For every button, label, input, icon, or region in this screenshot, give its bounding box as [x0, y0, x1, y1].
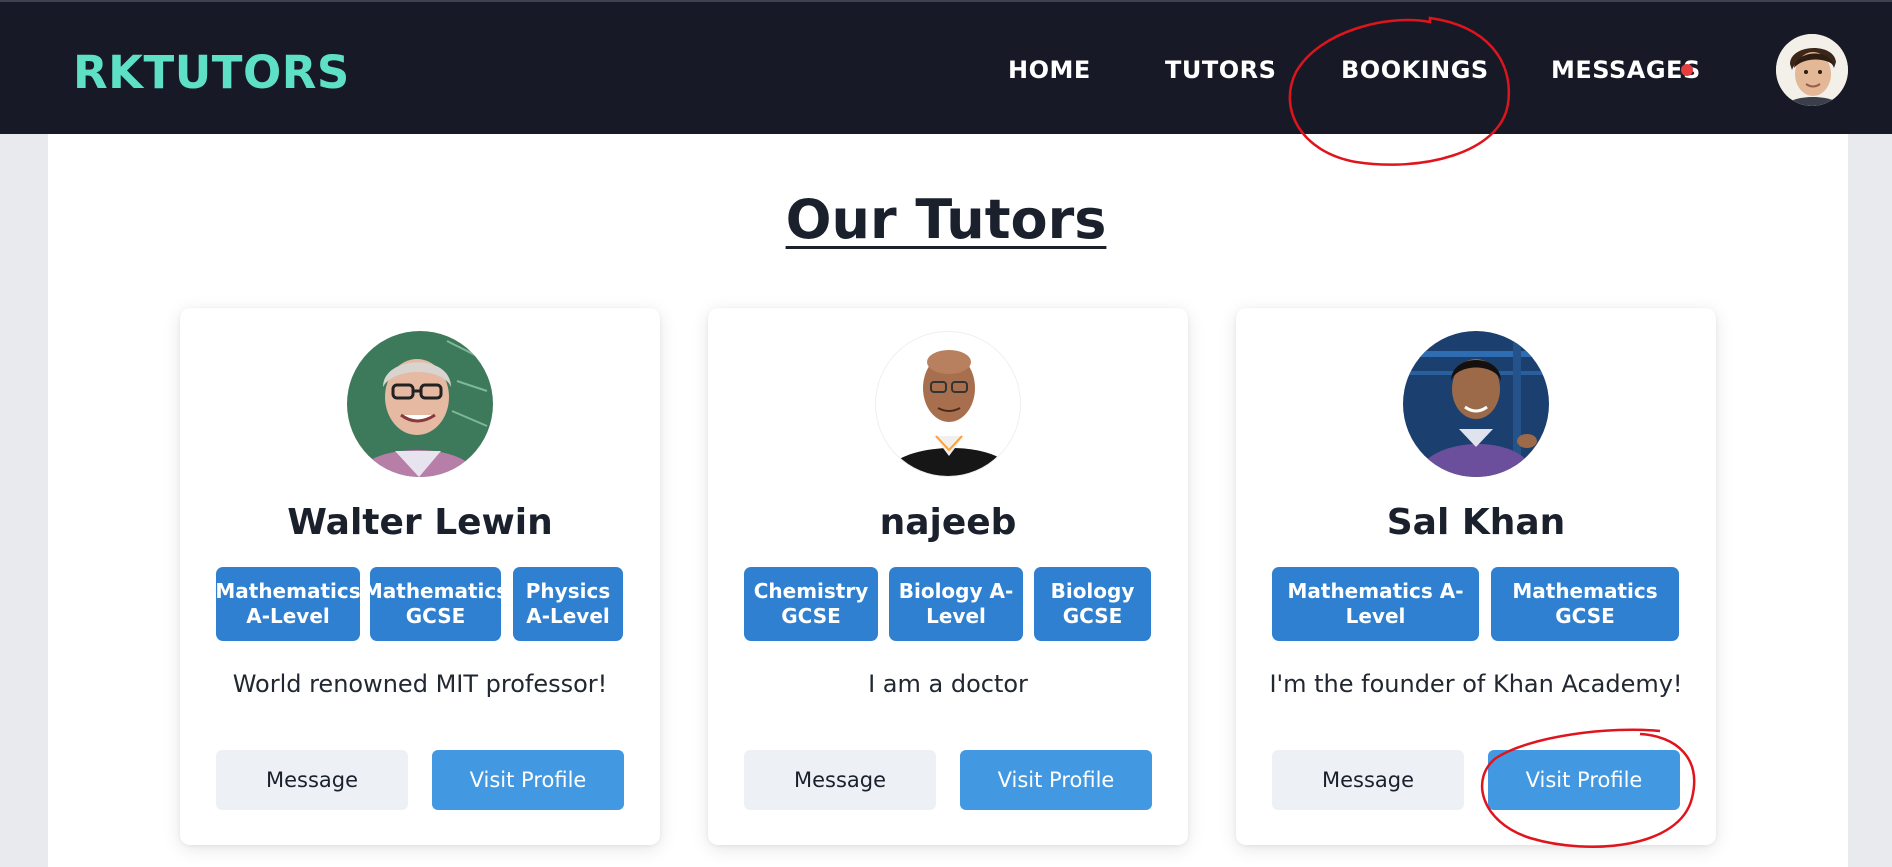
tutor-photo: [347, 331, 493, 477]
tutor-bio: World renowned MIT professor!: [232, 670, 608, 698]
tutor-image: [347, 331, 493, 477]
tutor-name: Sal Khan: [1386, 502, 1566, 543]
tutor-photo: [1403, 331, 1549, 477]
user-avatar[interactable]: [1776, 34, 1848, 106]
tutor-card: Sal Khan Mathematics A-Level Mathematics…: [1236, 308, 1716, 845]
tutor-name: najeeb: [879, 502, 1017, 543]
avatar-image: [1776, 34, 1848, 106]
message-button[interactable]: Message: [1272, 750, 1464, 810]
message-button[interactable]: Message: [744, 750, 936, 810]
brand-logo[interactable]: RKTUTORS: [73, 46, 350, 99]
subject-tag[interactable]: Mathematics A-Level: [1272, 567, 1479, 641]
tutor-image: [1403, 331, 1549, 477]
tutor-image: [876, 332, 1020, 476]
nav-messages[interactable]: MESSAGES: [1551, 56, 1701, 84]
subject-tag[interactable]: Chemistry GCSE: [744, 567, 878, 641]
page-title: Our Tutors: [785, 188, 1107, 251]
tutor-card: Walter Lewin Mathematics A-Level Mathema…: [180, 308, 660, 845]
subject-tag[interactable]: Physics A-Level: [513, 567, 623, 641]
subject-tag[interactable]: Mathematics A-Level: [216, 567, 360, 641]
nav-tutors[interactable]: TUTORS: [1165, 56, 1276, 84]
tutor-photo: [875, 331, 1021, 477]
subject-tag[interactable]: Biology A-Level: [889, 567, 1023, 641]
tutor-bio: I'm the founder of Khan Academy!: [1269, 670, 1683, 698]
subject-tag[interactable]: Mathematics GCSE: [1491, 567, 1679, 641]
nav-home[interactable]: HOME: [1008, 56, 1091, 84]
tutor-name: Walter Lewin: [287, 502, 553, 543]
visit-profile-button[interactable]: Visit Profile: [432, 750, 624, 810]
visit-profile-button[interactable]: Visit Profile: [1488, 750, 1680, 810]
tutor-card: najeeb Chemistry GCSE Biology A-Level Bi…: [708, 308, 1188, 845]
subject-tag[interactable]: Biology GCSE: [1034, 567, 1151, 641]
tutor-bio: I am a doctor: [868, 670, 1028, 698]
top-navbar: RKTUTORS HOME TUTORS BOOKINGS MESSAGES: [0, 0, 1892, 134]
message-button[interactable]: Message: [216, 750, 408, 810]
notification-dot: [1681, 64, 1693, 76]
visit-profile-button[interactable]: Visit Profile: [960, 750, 1152, 810]
nav-bookings[interactable]: BOOKINGS: [1341, 56, 1489, 84]
subject-tag[interactable]: Mathematics GCSE: [370, 567, 501, 641]
